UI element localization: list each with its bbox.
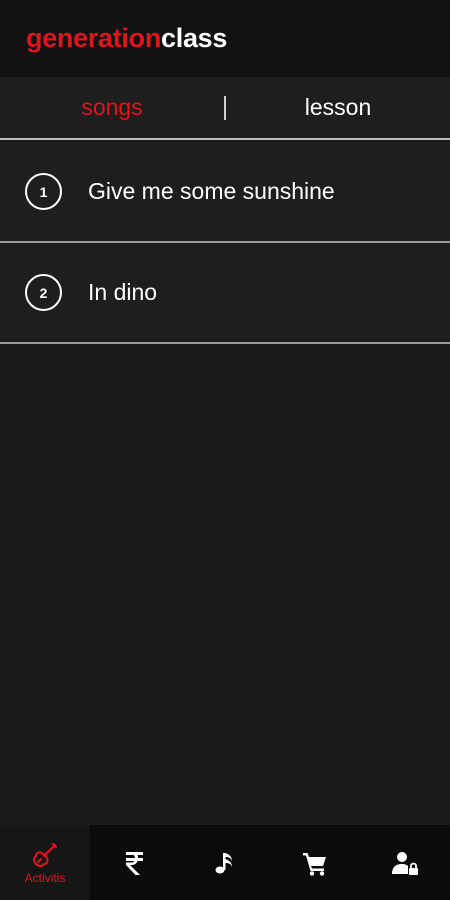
logo-text-class: class [161,23,228,53]
cart-icon [303,852,326,876]
tab-songs[interactable]: songs [0,94,224,121]
song-number-badge: 2 [25,274,62,311]
tab-lesson[interactable]: lesson [226,94,450,121]
user-lock-icon [392,851,418,875]
song-list-item[interactable]: 1 Give me some sunshine [0,142,450,243]
song-title: In dino [88,279,158,305]
nav-payments[interactable] [90,825,180,900]
tab-bar: songs lesson [0,77,450,140]
nav-music[interactable] [180,825,270,900]
song-title: Give me some sunshine [88,178,335,204]
guitar-icon [33,842,57,867]
nav-activities-label: Activitis [24,870,66,885]
app-header: generationclass [0,0,450,77]
music-note-icon [215,852,232,873]
rupee-icon [126,851,143,875]
nav-account[interactable] [360,825,450,900]
bottom-nav: Activitis [0,825,450,900]
app-logo: generationclass [26,23,227,54]
song-list: 1 Give me some sunshine 2 In dino [0,142,450,344]
nav-cart[interactable] [270,825,360,900]
nav-activities[interactable]: Activitis [0,825,90,900]
logo-text-generation: generation [26,23,162,53]
song-list-item[interactable]: 2 In dino [0,243,450,344]
song-number-badge: 1 [25,173,62,210]
